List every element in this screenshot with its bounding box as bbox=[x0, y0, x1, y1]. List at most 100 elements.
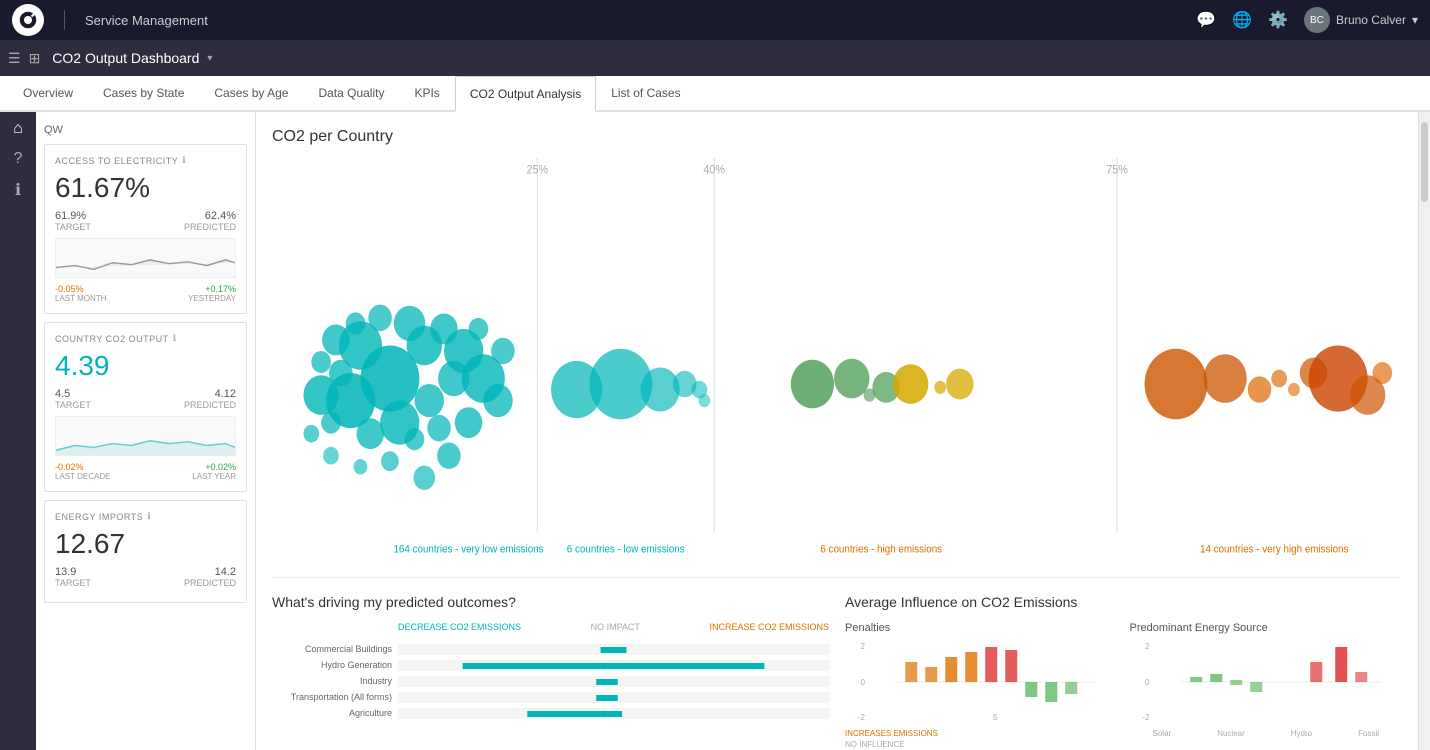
energy-source-labels: Solar Nuclear Hydro Fossil bbox=[1130, 729, 1403, 738]
svg-text:25%: 25% bbox=[526, 164, 548, 177]
tab-overview[interactable]: Overview bbox=[8, 75, 88, 111]
bubble-chart-svg: 25% 40% 75% bbox=[272, 158, 1402, 577]
kpi-title-electricity: ACCESS TO ELECTRICITY ℹ bbox=[55, 155, 236, 166]
kpi-value-co2: 4.39 bbox=[55, 350, 236, 382]
dashboard-title: CO2 Output Dashboard bbox=[52, 50, 199, 66]
sparkline-electricity bbox=[55, 238, 236, 278]
penalties-y-axis: 2 0 -2 bbox=[845, 642, 865, 722]
tab-cases-by-state[interactable]: Cases by State bbox=[88, 75, 199, 111]
main-content: CO2 per Country 25% 40% 75% bbox=[256, 112, 1418, 750]
kpi-subrow-electricity: 61.9% TARGET 62.4% PREDICTED bbox=[55, 210, 236, 232]
penalties-chart-area: 2 0 -2 bbox=[845, 642, 1118, 725]
kpi-target-electricity: 61.9% TARGET bbox=[55, 210, 91, 232]
user-name: Bruno Calver bbox=[1336, 13, 1406, 27]
scrollbar[interactable] bbox=[1418, 112, 1430, 750]
kpi-change-right-electricity: +0.17% YESTERDAY bbox=[188, 284, 236, 303]
influence-sub-panel: Penalties 2 0 -2 bbox=[845, 622, 1402, 750]
bar-label-industry: Industry bbox=[272, 676, 392, 686]
tab-kpis[interactable]: KPIs bbox=[399, 75, 454, 111]
user-dropdown-icon: ▾ bbox=[1412, 13, 1418, 27]
user-menu[interactable]: BC Bruno Calver ▾ bbox=[1304, 7, 1418, 33]
settings-icon[interactable]: ⚙️ bbox=[1268, 10, 1288, 30]
kpi-title-energy: ENERGY IMPORTS ℹ bbox=[55, 511, 236, 522]
bar-track-commercial bbox=[398, 644, 829, 654]
driving-panel: What's driving my predicted outcomes? DE… bbox=[272, 594, 829, 750]
help-icon[interactable]: ? bbox=[14, 150, 23, 168]
kpi-target-energy: 13.9 TARGET bbox=[55, 566, 91, 588]
driving-header: DECREASE CO2 EMISSIONS NO IMPACT INCREAS… bbox=[272, 622, 829, 632]
app-title: Service Management bbox=[85, 13, 208, 28]
co2-section-title: CO2 per Country bbox=[272, 128, 1402, 146]
kpi-bottom-co2: -0.02% LAST DECADE +0.02% LAST YEAR bbox=[55, 462, 236, 481]
bar-track-transport bbox=[398, 692, 829, 702]
bar-label-transport: Transportation (All forms) bbox=[272, 692, 392, 702]
kpi-predicted-co2: 4.12 PREDICTED bbox=[184, 388, 236, 410]
tab-list-of-cases[interactable]: List of Cases bbox=[596, 75, 695, 111]
no-impact-label: NO IMPACT bbox=[591, 622, 640, 632]
label-nuclear: Nuclear bbox=[1217, 729, 1245, 738]
bar-track-agriculture bbox=[398, 708, 829, 718]
grid-icon[interactable]: ⊞ bbox=[29, 50, 41, 67]
kpi-change-left-electricity: -0.05% LAST MONTH bbox=[55, 284, 106, 303]
top-navigation: Service Management 💬 🌐 ⚙️ BC Bruno Calve… bbox=[0, 0, 1430, 40]
kpi-card-electricity: ACCESS TO ELECTRICITY ℹ 61.67% 61.9% TAR… bbox=[44, 144, 247, 314]
notification-icon[interactable]: 🌐 bbox=[1232, 10, 1252, 30]
bar-label-commercial: Commercial Buildings bbox=[272, 644, 392, 654]
tab-cases-by-age[interactable]: Cases by Age bbox=[199, 75, 303, 111]
kpi-card-energy: ENERGY IMPORTS ℹ 12.67 13.9 TARGET 14.2 … bbox=[44, 500, 247, 603]
info-icon[interactable]: ℹ bbox=[15, 180, 21, 200]
kpi-predicted-energy: 14.2 PREDICTED bbox=[184, 566, 236, 588]
influence-panel: Average Influence on CO2 Emissions Penal… bbox=[845, 594, 1402, 750]
penalties-title: Penalties bbox=[845, 622, 1118, 634]
bar-track-hydro bbox=[398, 660, 829, 670]
kpi-card-co2: COUNTRY CO2 OUTPUT ℹ 4.39 4.5 TARGET 4.1… bbox=[44, 322, 247, 492]
driving-title: What's driving my predicted outcomes? bbox=[272, 594, 829, 610]
decrease-label: DECREASE CO2 EMISSIONS bbox=[398, 622, 521, 632]
kpi-subrow-energy: 13.9 TARGET 14.2 PREDICTED bbox=[55, 566, 236, 588]
user-avatar: BC bbox=[1304, 7, 1330, 33]
home-icon[interactable]: ⌂ bbox=[13, 120, 23, 138]
predominant-col: Predominant Energy Source 2 0 -2 bbox=[1130, 622, 1403, 750]
svg-text:164 countries - very low emiss: 164 countries - very low emissions bbox=[393, 544, 543, 556]
qw-label: QW bbox=[44, 120, 247, 144]
penalties-col: Penalties 2 0 -2 bbox=[845, 622, 1118, 750]
info-icon-electricity[interactable]: ℹ bbox=[182, 155, 186, 166]
label-solar: Solar bbox=[1153, 729, 1172, 738]
qlik-logo-icon bbox=[12, 4, 44, 36]
kpi-value-energy: 12.67 bbox=[55, 528, 236, 560]
svg-text:6 countries - high emissions: 6 countries - high emissions bbox=[820, 544, 942, 556]
tab-co2-output-analysis[interactable]: CO2 Output Analysis bbox=[455, 76, 596, 112]
hamburger-icon[interactable]: ☰ bbox=[8, 50, 21, 67]
bar-row-transport: Transportation (All forms) bbox=[272, 692, 829, 702]
no-influence-label: NO INFLUENCE bbox=[845, 740, 1118, 749]
predominant-chart bbox=[1158, 642, 1403, 725]
nav-right-section: 💬 🌐 ⚙️ BC Bruno Calver ▾ bbox=[1196, 7, 1418, 33]
svg-text:6 countries - low emissions: 6 countries - low emissions bbox=[567, 544, 685, 556]
penalties-chart: 5 bbox=[873, 642, 1118, 725]
kpi-value-electricity: 61.67% bbox=[55, 172, 236, 204]
bar-row-hydro: Hydro Generation bbox=[272, 660, 829, 670]
predominant-chart-area: 2 0 -2 bbox=[1130, 642, 1403, 725]
info-icon-energy[interactable]: ℹ bbox=[147, 511, 151, 522]
app-logo: Service Management bbox=[12, 4, 208, 36]
info-icon-co2[interactable]: ℹ bbox=[173, 333, 177, 344]
main-layout: ⌂ ? ℹ QW ACCESS TO ELECTRICITY ℹ 61.67% … bbox=[0, 112, 1430, 750]
svg-text:14 countries - very high emiss: 14 countries - very high emissions bbox=[1200, 544, 1348, 556]
svg-text:40%: 40% bbox=[703, 164, 725, 177]
kpi-title-co2: COUNTRY CO2 OUTPUT ℹ bbox=[55, 333, 236, 344]
scrollbar-thumb[interactable] bbox=[1421, 122, 1428, 202]
label-fossil: Fossil bbox=[1358, 729, 1379, 738]
kpi-bottom-electricity: -0.05% LAST MONTH +0.17% YESTERDAY bbox=[55, 284, 236, 303]
increase-label: INCREASE CO2 EMISSIONS bbox=[709, 622, 829, 632]
chat-icon[interactable]: 💬 bbox=[1196, 10, 1216, 30]
svg-text:5: 5 bbox=[993, 713, 998, 722]
kpi-subrow-co2: 4.5 TARGET 4.12 PREDICTED bbox=[55, 388, 236, 410]
sparkline-co2 bbox=[55, 416, 236, 456]
second-toolbar: ☰ ⊞ CO2 Output Dashboard ▾ bbox=[0, 40, 1430, 76]
sidebar-icons: ⌂ ? ℹ bbox=[0, 112, 36, 750]
dashboard-dropdown-icon[interactable]: ▾ bbox=[207, 53, 212, 64]
left-panel: QW ACCESS TO ELECTRICITY ℹ 61.67% 61.9% … bbox=[36, 112, 256, 750]
tab-data-quality[interactable]: Data Quality bbox=[303, 75, 399, 111]
predominant-title: Predominant Energy Source bbox=[1130, 622, 1403, 634]
bar-track-industry bbox=[398, 676, 829, 686]
